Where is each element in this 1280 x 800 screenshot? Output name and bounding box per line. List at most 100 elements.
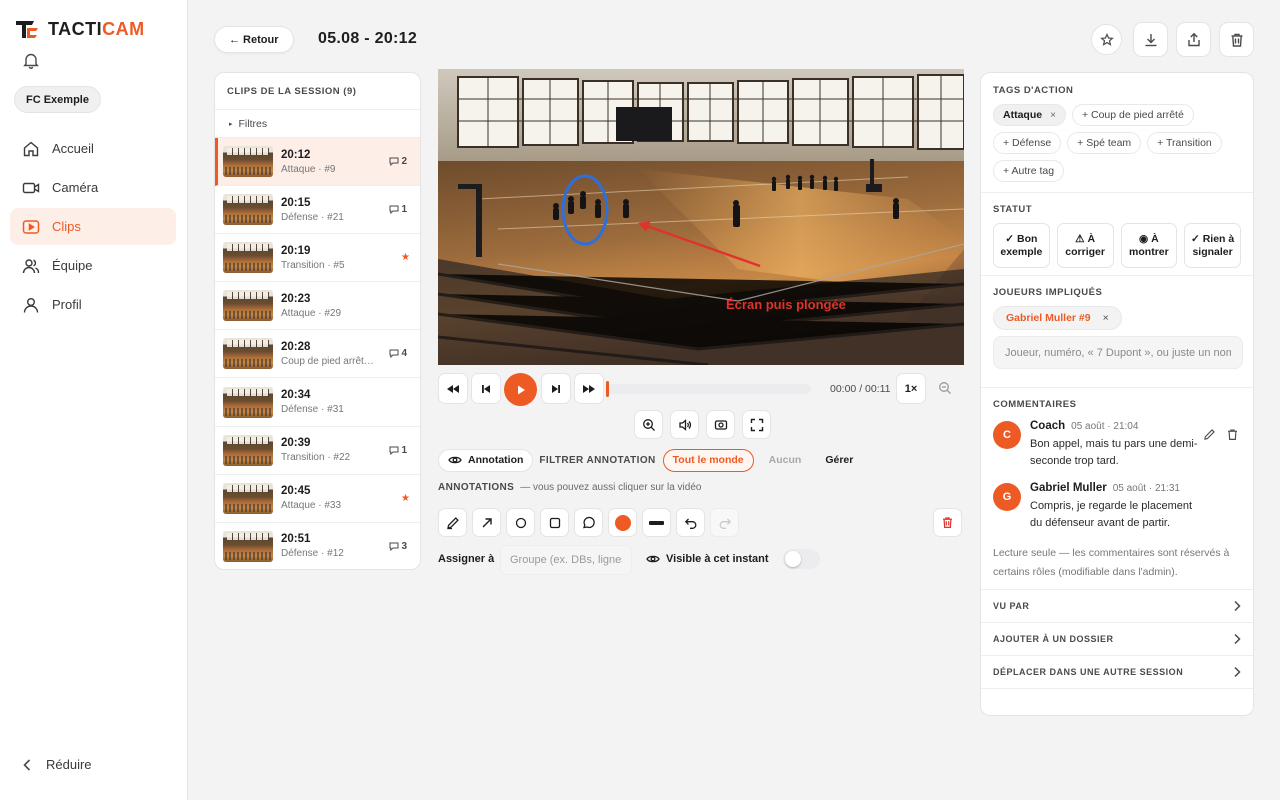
visible-now-label: Visible à cet instant [666,553,769,565]
status-nothing-to-report[interactable]: ✓ Rien à signaler [1184,223,1241,268]
link-label: DÉPLACER DANS UNE AUTRE SESSION [993,667,1184,677]
edit-icon[interactable] [1203,428,1216,441]
chevron-right-icon [1234,633,1241,645]
player-controls: 00:00 / 00:11 1× [438,373,964,406]
volume-button[interactable] [670,410,699,439]
previous-frame-button[interactable] [471,373,501,404]
video-player[interactable]: Écran puis plongée [438,69,964,365]
add-tag-transition[interactable]: + Transition [1147,132,1222,154]
stroke-width-tool[interactable] [642,508,671,537]
nav-item-profil[interactable]: Profil [10,286,176,323]
clip-row[interactable]: 20:51 Défense · #12 3 [215,523,420,569]
nav-item-camera[interactable]: Caméra [10,169,176,206]
filters-toggle[interactable]: ▸ Filtres [215,110,420,138]
status-to-show[interactable]: ◉ Àmontrer [1120,223,1178,268]
comments-section: COMMENTAIRES C Coach 05 août · 21:04 Bon … [981,388,1253,590]
player-chip[interactable]: Gabriel Muller #9 × [993,306,1122,330]
rewind-button[interactable] [438,373,468,404]
nav-item-clips[interactable]: Clips [10,208,176,245]
filter-everyone-button[interactable]: Tout le monde [662,448,754,472]
club-selector[interactable]: FC Exemple [14,86,101,113]
bell-icon[interactable] [23,52,39,69]
clip-row[interactable]: 20:45 Attaque · #33 ★ [215,475,420,523]
timeline-handle[interactable] [606,381,609,397]
remove-tag-icon[interactable]: × [1050,110,1056,121]
chevron-left-icon [23,758,31,771]
screenshot-button[interactable] [706,410,735,439]
zoom-out-button[interactable] [938,381,952,395]
add-to-folder-link[interactable]: AJOUTER À UN DOSSIER [981,623,1253,656]
comment-text: Compris, je regarde le placement du défe… [1030,500,1193,529]
redo-icon [719,518,731,529]
assign-group-input[interactable] [500,545,632,575]
comment-count: 1 [401,444,407,456]
avatar: C [993,421,1021,449]
collapse-sidebar-button[interactable]: Réduire [22,757,92,772]
nav-label: Profil [52,297,82,312]
clip-thumbnail [223,194,273,226]
clip-time: 20:39 [281,437,311,450]
tag-attaque[interactable]: Attaque × [993,104,1066,126]
share-icon [1187,32,1200,46]
clip-row[interactable]: 20:28 Coup de pied arrêt… 4 [215,330,420,379]
play-button[interactable] [504,373,537,406]
circle-tool[interactable] [506,508,535,537]
manage-annotations-button[interactable]: Gérer [816,449,862,472]
comment-count-badge: 2 [389,156,407,167]
add-tag-defense[interactable]: + Défense [993,132,1062,154]
favorite-button[interactable] [1091,24,1122,55]
redo-button[interactable] [710,508,739,537]
clip-row[interactable]: 20:19 Transition · #5 ★ [215,234,420,283]
star-icon: ★ [401,252,410,264]
playback-speed-button[interactable]: 1× [896,373,926,404]
action-tags-section: TAGS D'ACTION Attaque × + Coup de pied a… [981,73,1253,193]
arrow-tool[interactable] [472,508,501,537]
trash-icon[interactable] [1226,428,1239,441]
status-to-correct[interactable]: ⚠ Àcorriger [1056,223,1114,268]
download-button[interactable] [1133,22,1168,57]
clip-subtitle: Attaque · #33 [281,500,342,512]
fast-forward-button[interactable] [574,373,604,404]
status-line: corriger [1065,245,1105,258]
player-search-input[interactable] [993,336,1243,369]
add-tag-coup-de-pied-arrete[interactable]: + Coup de pied arrêté [1071,104,1194,126]
add-tag-spe-team[interactable]: + Spé team [1067,132,1142,154]
comment-text: Bon appel, mais tu pars une demi-seconde… [1030,438,1198,467]
next-frame-button[interactable] [541,373,571,404]
share-button[interactable] [1176,22,1211,57]
color-picker[interactable] [608,508,637,537]
comment-bubble-tool[interactable] [574,508,603,537]
rectangle-tool[interactable] [540,508,569,537]
timeline-scrubber[interactable] [605,381,811,397]
remove-player-icon[interactable]: × [1103,312,1109,324]
status-good-example[interactable]: ✓ Bon exemple [993,223,1050,268]
zoom-in-button[interactable] [634,410,663,439]
clip-row[interactable]: 20:15 Défense · #21 1 [215,186,420,235]
filter-none-button[interactable]: Aucun [760,449,811,472]
seen-by-link[interactable]: VU PAR [981,590,1253,623]
app-logo[interactable]: TACTICAM [14,18,145,40]
clip-row[interactable]: 20:12 Attaque · #9 2 [215,138,420,187]
nav-item-equipe[interactable]: Équipe [10,247,176,284]
video-frame[interactable]: Écran puis plongée [438,69,964,365]
rewind-icon [447,384,459,393]
fullscreen-button[interactable] [742,410,771,439]
clip-row[interactable]: 20:39 Transition · #22 1 [215,427,420,475]
comment-count-badge: 1 [389,204,407,215]
clip-row[interactable]: 20:23 Attaque · #29 [215,282,420,331]
comment-icon [389,446,399,455]
visible-now-toggle[interactable] [782,549,820,569]
undo-button[interactable] [676,508,705,537]
move-to-session-link[interactable]: DÉPLACER DANS UNE AUTRE SESSION [981,656,1253,689]
clip-row[interactable]: 20:34 Défense · #31 [215,378,420,427]
delete-clip-button[interactable] [1219,22,1254,57]
add-custom-tag[interactable]: + Autre tag [993,160,1065,182]
annotation-toggle[interactable]: Annotation [438,448,534,472]
clear-annotations-button[interactable] [933,508,962,537]
back-button[interactable]: ← Retour [214,26,294,53]
nav-item-accueil[interactable]: Accueil [10,130,176,167]
comment-item: C Coach 05 août · 21:04 Bon appel, mais t… [993,418,1241,470]
pen-tool[interactable] [438,508,467,537]
assign-label: Assigner à [438,553,495,565]
pencil-icon [446,516,459,529]
